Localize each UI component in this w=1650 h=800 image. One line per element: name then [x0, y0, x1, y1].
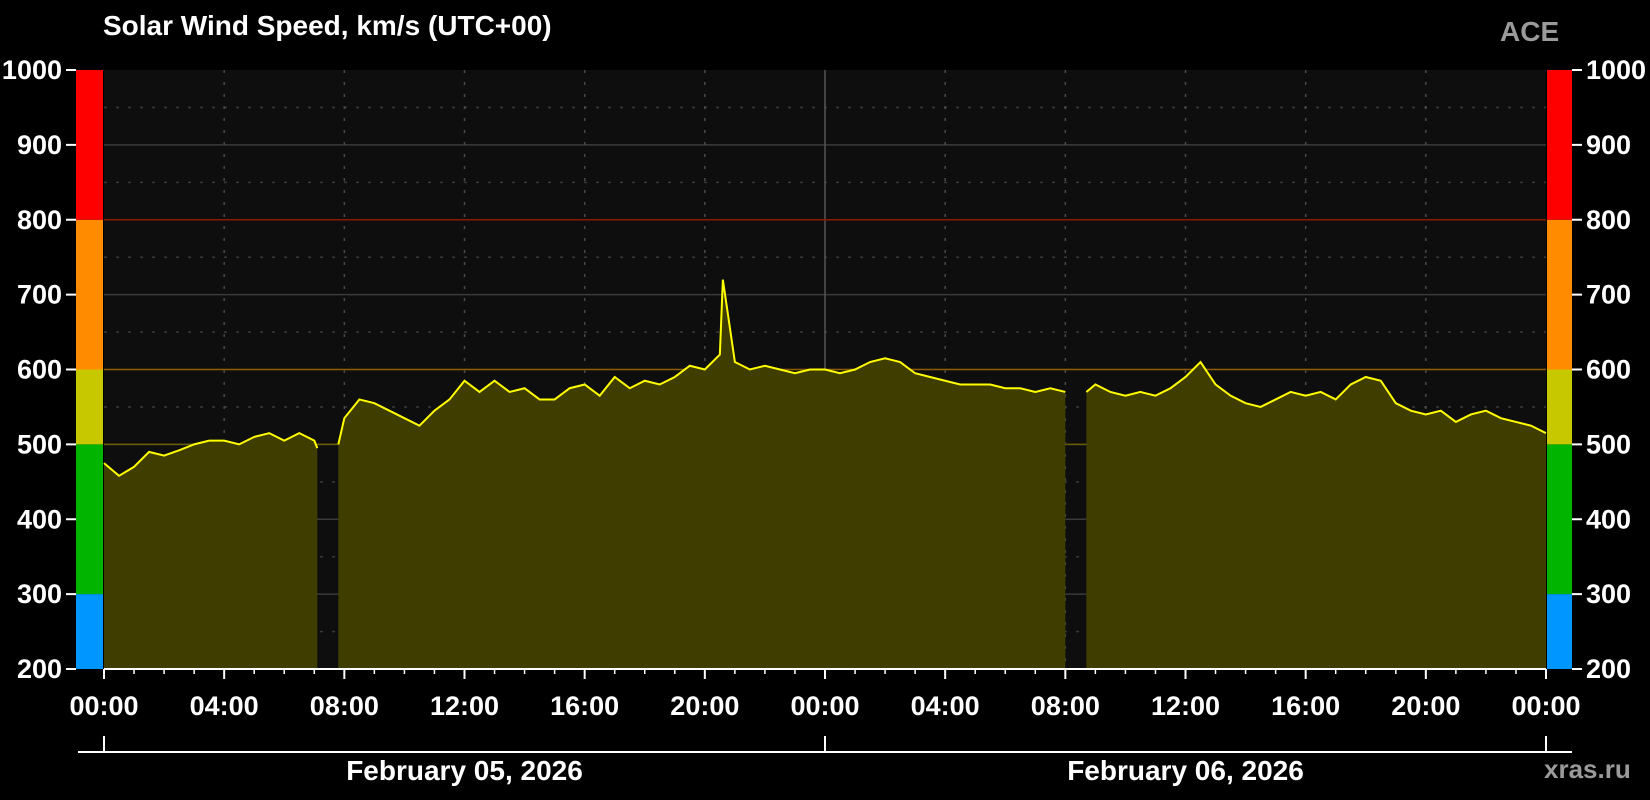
x-axis: 00:00 04:00 08:00 12:00 16:00 20:00 00:00 04:00… — [69, 668, 1581, 721]
threshold-band-right — [1547, 70, 1572, 220]
threshold-band-right — [1547, 219, 1572, 370]
date-label: February 05, 2026 — [346, 755, 583, 786]
y-tick-label-left: 200 — [17, 654, 62, 684]
x-tick-label: 08:00 — [1031, 691, 1100, 721]
x-tick-label: 00:00 — [1511, 691, 1580, 721]
y-tick-label-right: 800 — [1586, 205, 1631, 235]
x-tick-label: 20:00 — [670, 691, 739, 721]
x-tick-label: 04:00 — [911, 691, 980, 721]
x-tick-label: 16:00 — [550, 691, 619, 721]
y-tick-label-left: 900 — [17, 130, 62, 160]
y-tick-label-right: 900 — [1586, 130, 1631, 160]
y-axis-right: 200 300 400 500 600 700 800 900 1000 — [1572, 55, 1646, 684]
y-tick-label-right: 200 — [1586, 654, 1631, 684]
x-tick-label: 12:00 — [430, 691, 499, 721]
y-tick-label-left: 800 — [17, 205, 62, 235]
y-tick-label-left: 1000 — [2, 55, 62, 85]
threshold-band-left — [76, 70, 103, 220]
y-tick-label-left: 700 — [17, 280, 62, 310]
y-tick-label-left: 500 — [17, 429, 62, 459]
threshold-bands-left — [76, 70, 103, 669]
y-tick-label-right: 700 — [1586, 280, 1631, 310]
date-label: February 06, 2026 — [1067, 755, 1304, 786]
series-fill-area — [104, 433, 318, 669]
x-tick-label: 04:00 — [190, 691, 259, 721]
y-tick-label-left: 600 — [17, 355, 62, 385]
x-tick-label: 20:00 — [1391, 691, 1460, 721]
threshold-band-left — [76, 219, 103, 370]
y-tick-label-left: 400 — [17, 504, 62, 534]
x-tick-label: 00:00 — [790, 691, 859, 721]
threshold-band-right — [1547, 369, 1572, 445]
x-tick-label: 12:00 — [1151, 691, 1220, 721]
date-axis: February 05, 2026 February 06, 2026 — [78, 736, 1572, 786]
y-tick-label-right: 400 — [1586, 504, 1631, 534]
x-tick-label: 00:00 — [69, 691, 138, 721]
y-tick-label-right: 1000 — [1586, 55, 1646, 85]
y-axis-left: 200 300 400 500 600 700 800 900 1000 — [2, 55, 76, 684]
y-tick-label-right: 500 — [1586, 429, 1631, 459]
threshold-band-right — [1547, 444, 1572, 595]
threshold-band-left — [76, 594, 103, 669]
threshold-bands-right — [1547, 70, 1572, 669]
threshold-band-right — [1547, 594, 1572, 669]
x-tick-label: 08:00 — [310, 691, 379, 721]
y-tick-label-right: 300 — [1586, 579, 1631, 609]
threshold-band-left — [76, 444, 103, 595]
threshold-band-left — [76, 369, 103, 445]
x-tick-label: 16:00 — [1271, 691, 1340, 721]
y-tick-label-left: 300 — [17, 579, 62, 609]
y-tick-label-right: 600 — [1586, 355, 1631, 385]
solar-wind-chart: 200 300 400 500 600 700 800 900 1000 200 300 400 50… — [2, 55, 1646, 786]
